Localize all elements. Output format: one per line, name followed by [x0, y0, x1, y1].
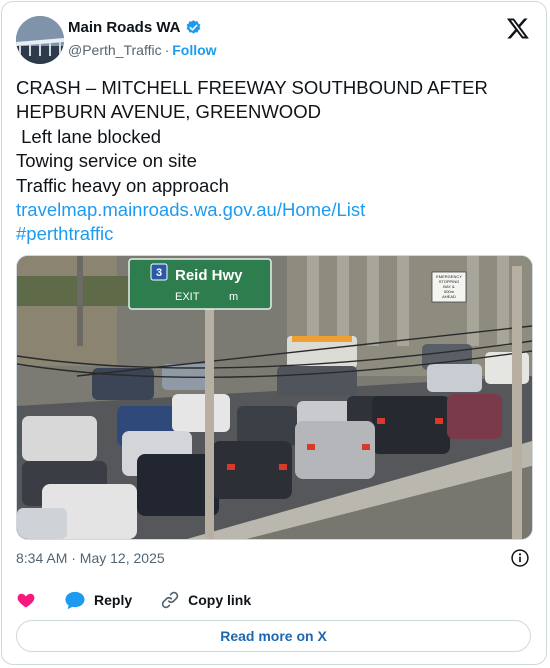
- hashtag-link[interactable]: #perthtraffic: [16, 223, 113, 244]
- x-logo-icon[interactable]: [506, 16, 530, 40]
- avatar[interactable]: [16, 16, 64, 64]
- copy-link-button[interactable]: Copy link: [160, 590, 251, 610]
- emergency-bay-sign: EMERGENCY STOPPING BAY & 500m AHEAD: [431, 271, 467, 303]
- copy-link-label: Copy link: [188, 592, 252, 608]
- svg-text:m: m: [229, 291, 238, 303]
- link-icon: [161, 591, 179, 609]
- tweet-line-3: Towing service on site: [16, 150, 197, 172]
- svg-text:EXIT: EXIT: [175, 291, 200, 303]
- tweet-card: Main Roads WA @Perth_Traffic · Follow CR…: [1, 1, 547, 665]
- follow-button[interactable]: Follow: [172, 42, 216, 58]
- author-handle[interactable]: @Perth_Traffic: [68, 42, 162, 58]
- info-icon[interactable]: [510, 548, 530, 568]
- traffic-camera-image[interactable]: 3 Reid Hwy EXIT m EMERGENCY STOPPING BAY…: [16, 255, 533, 540]
- heart-icon: [17, 593, 35, 608]
- tweet-timestamp[interactable]: 8:34 AM · May 12, 2025: [16, 550, 165, 566]
- verified-badge-icon: [185, 19, 202, 36]
- separator-dot: ·: [164, 42, 170, 58]
- svg-text:Reid Hwy: Reid Hwy: [175, 267, 243, 284]
- author-name-row: Main Roads WA: [68, 19, 202, 36]
- author-display-name[interactable]: Main Roads WA: [68, 19, 181, 36]
- author-handle-row: @Perth_Traffic · Follow: [68, 42, 217, 58]
- action-bar: Reply Copy link: [16, 588, 279, 612]
- reply-label: Reply: [94, 592, 133, 608]
- tweet-line-2: Left lane blocked: [16, 125, 162, 147]
- travelmap-link[interactable]: travelmap.mainroads.wa.gov.au/Home/List: [16, 199, 365, 220]
- reid-hwy-exit-sign: 3 Reid Hwy EXIT m: [128, 258, 272, 310]
- like-button[interactable]: [16, 590, 36, 610]
- svg-text:AHEAD: AHEAD: [442, 294, 456, 299]
- tweet-line-1: CRASH – MITCHELL FREEWAY SOUTHBOUND AFTE…: [16, 77, 493, 123]
- svg-text:3: 3: [156, 267, 162, 279]
- tweet-text: CRASH – MITCHELL FREEWAY SOUTHBOUND AFTE…: [16, 76, 536, 247]
- reply-button[interactable]: Reply: [64, 590, 132, 610]
- tweet-line-4: Traffic heavy on approach: [16, 174, 229, 196]
- bridge-photo-avatar-icon: [16, 16, 64, 64]
- reply-bubble-icon: [65, 591, 85, 610]
- read-more-button[interactable]: Read more on X: [16, 620, 531, 652]
